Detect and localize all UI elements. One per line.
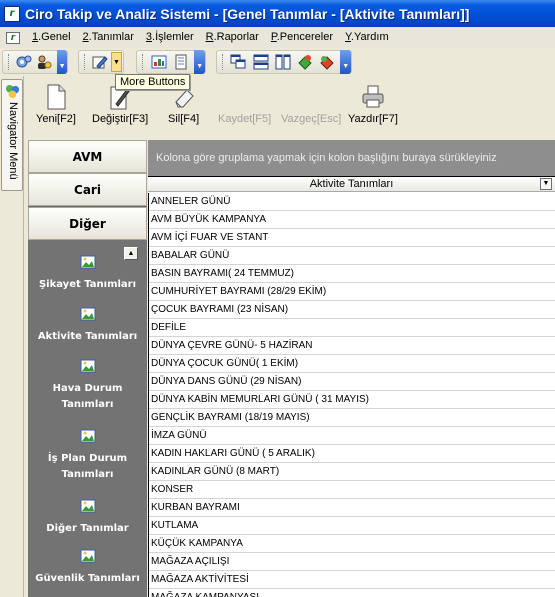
- nav-group-cari[interactable]: Cari: [28, 173, 147, 206]
- item-image-icon: [80, 255, 95, 269]
- item-image-icon: [80, 499, 95, 513]
- grid-rows: ANNELER GÜNÜ AVM BÜYÜK KAMPANYA AVM İÇİ …: [148, 193, 555, 597]
- item-image-icon: [80, 307, 95, 321]
- save-icon: [234, 84, 256, 110]
- table-row[interactable]: İMZA GÜNÜ: [149, 427, 555, 445]
- toolbar-general: ▼: [2, 50, 68, 74]
- delete-button[interactable]: Sil[F4]: [168, 84, 199, 125]
- nav-item-list: ▲ Şikayet Tanımları Aktivite Tanımları H…: [28, 240, 147, 597]
- edit-button[interactable]: Değiştir[F3]: [92, 84, 148, 125]
- table-row[interactable]: DÜNYA ÇEVRE GÜNÜ- 5 HAZİRAN: [149, 337, 555, 355]
- nav-group-diger[interactable]: Diğer: [28, 207, 147, 240]
- navigator-menu-tab[interactable]: Navigator Menü: [1, 79, 23, 191]
- tile-vertical-icon[interactable]: [272, 52, 293, 72]
- menu-bar: r 1.Genel 2.Tanımlar 3.İşlemler R.Raporl…: [0, 27, 555, 48]
- navigator-strip: Navigator Menü: [0, 76, 24, 597]
- item-image-icon: [80, 359, 95, 373]
- toolbar-windows: ▼: [216, 50, 352, 74]
- nav-group-avm[interactable]: AVM: [28, 140, 147, 173]
- nav-item-hava-durum[interactable]: Hava Durum Tanımları: [28, 358, 147, 413]
- item-image-icon: [80, 429, 95, 443]
- toolbar-grip[interactable]: [8, 54, 11, 70]
- navigation-panel: AVM Cari Diğer ▲ Şikayet Tanımları Aktiv…: [28, 140, 147, 597]
- item-image-icon: [80, 549, 95, 563]
- table-row[interactable]: BASIN BAYRAMI( 24 TEMMUZ): [149, 265, 555, 283]
- table-row[interactable]: AVM BÜYÜK KAMPANYA: [149, 211, 555, 229]
- action-toolbar: Yeni[F2] Değiştir[F3] Sil[F4] Kaydet[F5]…: [28, 80, 555, 135]
- arrange-green-icon[interactable]: [294, 52, 315, 72]
- navigator-menu-label: Navigator Menü: [7, 102, 19, 180]
- menu-islemler[interactable]: 3.İşlemler: [140, 27, 200, 48]
- chart-icon[interactable]: [148, 52, 169, 72]
- nav-item-is-plan-durum[interactable]: İş Plan Durum Tanımları: [28, 428, 147, 483]
- table-row[interactable]: DÜNYA KABİN MEMURLARI GÜNÜ ( 31 MAYIS): [149, 391, 555, 409]
- report-icon[interactable]: [170, 52, 191, 72]
- menu-pencereler[interactable]: P.Pencereler: [265, 27, 339, 48]
- cancel-icon: [300, 84, 322, 110]
- toolbar-grip[interactable]: [222, 54, 225, 70]
- table-row[interactable]: MAĞAZA KAMPANYASI: [149, 589, 555, 597]
- more-buttons-arrow[interactable]: ▼: [340, 50, 352, 74]
- table-row[interactable]: CUMHURİYET BAYRAMI (28/29 EKİM): [149, 283, 555, 301]
- tile-horizontal-icon[interactable]: [250, 52, 271, 72]
- app-window: r Ciro Takip ve Analiz Sistemi - [Genel …: [0, 0, 555, 597]
- nav-item-diger-tanimlar[interactable]: Diğer Tanımlar: [28, 498, 147, 537]
- table-row[interactable]: AVM İÇİ FUAR VE STANT: [149, 229, 555, 247]
- window-title: Ciro Takip ve Analiz Sistemi - [Genel Ta…: [25, 5, 470, 22]
- user-settings-icon[interactable]: [34, 52, 54, 72]
- more-buttons-arrow[interactable]: ▼: [194, 50, 206, 74]
- cascade-windows-icon[interactable]: [228, 52, 249, 72]
- toolbar-reports: ▼: [136, 50, 206, 74]
- table-row[interactable]: GENÇLİK BAYRAMI (18/19 MAYIS): [149, 409, 555, 427]
- cancel-button[interactable]: Vazgeç[Esc]: [281, 84, 341, 125]
- new-document-icon: [47, 84, 66, 110]
- save-button[interactable]: Kaydet[F5]: [218, 84, 271, 125]
- more-buttons-arrow[interactable]: ▼: [57, 50, 68, 74]
- table-row[interactable]: ÇOCUK BAYRAMI (23 NİSAN): [149, 301, 555, 319]
- table-row[interactable]: ANNELER GÜNÜ: [149, 193, 555, 211]
- printer-icon: [362, 85, 384, 108]
- column-header-aktivite[interactable]: Aktivite Tanımları ▼: [148, 176, 555, 192]
- print-button[interactable]: Yazdır[F7]: [348, 84, 398, 125]
- toolbar-row: ▼ ▼ ▼ ▼: [0, 48, 555, 76]
- data-grid: Kolona göre gruplama yapmak için kolon b…: [148, 140, 555, 597]
- nav-item-sikayet[interactable]: Şikayet Tanımları: [28, 254, 147, 293]
- nav-item-guvenlik[interactable]: Güvenlik Tanımları: [28, 548, 147, 587]
- menu-genel[interactable]: 1.Genel: [26, 27, 77, 48]
- menu-raporlar[interactable]: R.Raporlar: [200, 27, 265, 48]
- navigator-icon: [5, 84, 20, 99]
- table-row[interactable]: DEFİLE: [149, 319, 555, 337]
- title-bar: r Ciro Takip ve Analiz Sistemi - [Genel …: [0, 0, 555, 27]
- table-row[interactable]: KUTLAMA: [149, 517, 555, 535]
- table-row[interactable]: MAĞAZA AKTİVİTESİ: [149, 571, 555, 589]
- menu-yardim[interactable]: Y.Yardım: [339, 27, 395, 48]
- toolbar-grip[interactable]: [84, 54, 87, 70]
- group-by-panel[interactable]: Kolona göre gruplama yapmak için kolon b…: [148, 140, 555, 176]
- gears-icon[interactable]: [14, 52, 34, 72]
- menu-tanimlar[interactable]: 2.Tanımlar: [77, 27, 140, 48]
- table-row[interactable]: MAĞAZA AÇILIŞI: [149, 553, 555, 571]
- edit-pencil-icon[interactable]: [90, 52, 110, 72]
- mdi-app-icon[interactable]: r: [0, 27, 26, 48]
- toolbar-grip[interactable]: [142, 54, 145, 70]
- table-row[interactable]: KURBAN BAYRAMI: [149, 499, 555, 517]
- table-row[interactable]: KÜÇÜK KAMPANYA: [149, 535, 555, 553]
- nav-item-aktivite[interactable]: Aktivite Tanımları: [28, 306, 147, 345]
- table-row[interactable]: BABALAR GÜNÜ: [149, 247, 555, 265]
- arrange-red-icon[interactable]: [316, 52, 337, 72]
- table-row[interactable]: DÜNYA DANS GÜNÜ (29 NİSAN): [149, 373, 555, 391]
- table-row[interactable]: DÜNYA ÇOCUK GÜNÜ( 1 EKİM): [149, 355, 555, 373]
- new-button[interactable]: Yeni[F2]: [36, 84, 76, 125]
- toolbar-edit: ▼: [78, 50, 124, 74]
- column-filter-dropdown-icon[interactable]: ▼: [540, 178, 552, 190]
- more-buttons-button[interactable]: ▼: [110, 52, 123, 72]
- more-buttons-tooltip: More Buttons: [115, 74, 191, 90]
- table-row[interactable]: KADINLAR GÜNÜ (8 MART): [149, 463, 555, 481]
- app-logo-icon: r: [4, 5, 20, 22]
- table-row[interactable]: KONSER: [149, 481, 555, 499]
- table-row[interactable]: KADIN HAKLARI GÜNÜ ( 5 ARALIK): [149, 445, 555, 463]
